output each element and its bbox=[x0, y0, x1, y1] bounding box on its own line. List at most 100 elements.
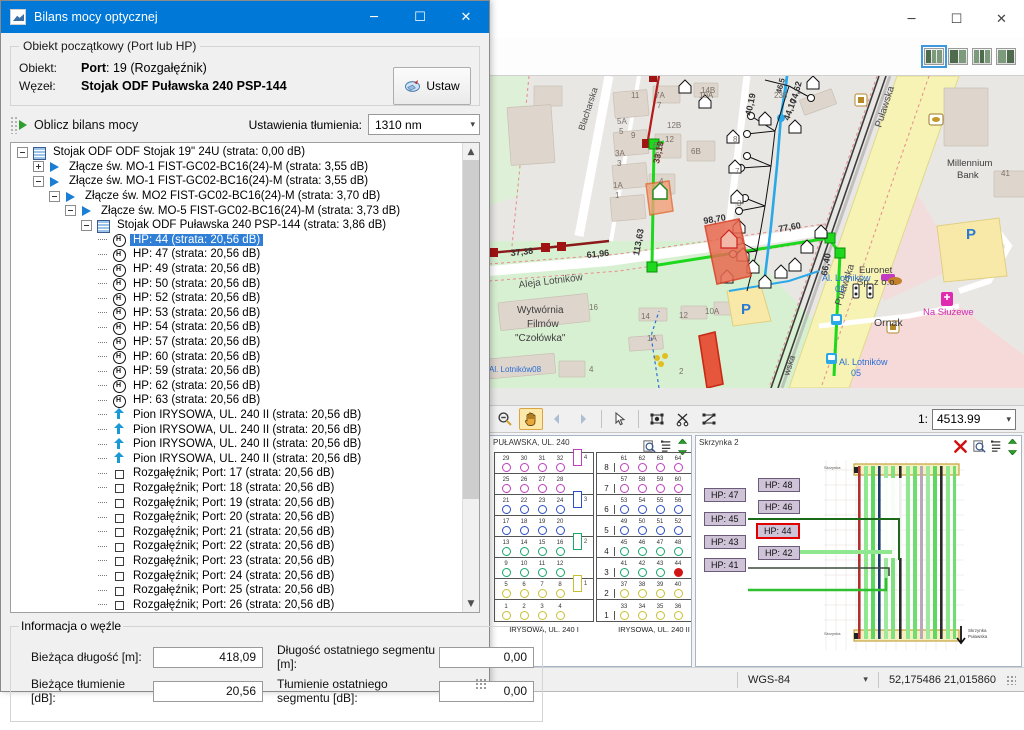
odf-port[interactable]: 2 bbox=[515, 604, 533, 620]
odf-port[interactable]: 44 bbox=[669, 561, 687, 577]
odf-port-circle[interactable] bbox=[655, 505, 665, 514]
odf-port-circle[interactable] bbox=[501, 526, 511, 535]
odf-row[interactable]: 7 57 58 59 60 bbox=[597, 474, 691, 495]
odf-cassette[interactable]: 4 bbox=[687, 443, 691, 472]
odf-port[interactable]: 20 bbox=[551, 519, 569, 535]
odf-port-circle[interactable] bbox=[519, 484, 529, 493]
tree-node[interactable]: HP: 49 (strata: 20,56 dB) bbox=[11, 262, 462, 277]
odf-port[interactable]: 33 bbox=[615, 604, 633, 620]
odf-port[interactable]: 4 bbox=[551, 604, 569, 620]
odf-port-circle[interactable] bbox=[637, 526, 647, 535]
dialog-resize-grip[interactable] bbox=[475, 678, 486, 689]
tree-node[interactable]: Rozgałęźnik; Port: 22 (strata: 20,56 dB) bbox=[11, 539, 462, 554]
scroll-track[interactable] bbox=[463, 160, 479, 595]
hp-tag[interactable]: HP: 43 bbox=[704, 535, 746, 549]
odf-port-circle[interactable] bbox=[637, 589, 647, 598]
odf-port[interactable]: 43 bbox=[651, 561, 669, 577]
tree-node[interactable]: HP: 60 (strata: 20,56 dB) bbox=[11, 349, 462, 365]
layout-split-button[interactable] bbox=[972, 48, 992, 65]
edit-nodes-icon[interactable] bbox=[697, 408, 721, 430]
odf-port-circle[interactable] bbox=[637, 484, 647, 493]
zoom-out-icon[interactable] bbox=[493, 408, 517, 430]
current-length-field[interactable]: 418,09 bbox=[153, 646, 263, 668]
odf-port-circle[interactable] bbox=[519, 526, 529, 535]
odf-port[interactable]: 29 bbox=[497, 456, 515, 472]
odf-port[interactable]: 51 bbox=[651, 519, 669, 535]
resize-grip[interactable] bbox=[1006, 668, 1024, 691]
cut-link-icon[interactable] bbox=[671, 408, 695, 430]
odf-port[interactable]: 46 bbox=[633, 540, 651, 556]
tree-node[interactable]: HP: 47 (strata: 20,56 dB) bbox=[11, 247, 462, 262]
odf-port[interactable]: 7 bbox=[533, 582, 551, 598]
odf-port[interactable]: 11 bbox=[533, 561, 551, 577]
odf-port[interactable]: 30 bbox=[515, 456, 533, 472]
odf-port[interactable]: 53 bbox=[615, 498, 633, 514]
odf-port-circle[interactable] bbox=[673, 484, 683, 493]
odf-port[interactable]: 63 bbox=[651, 456, 669, 472]
odf-port-circle[interactable] bbox=[537, 589, 547, 598]
hp-tag[interactable]: HP: 41 bbox=[704, 558, 746, 572]
odf-port[interactable]: 59 bbox=[651, 477, 669, 493]
odf-row[interactable]: 21 22 23 24 3 bbox=[495, 491, 593, 516]
tree-node[interactable]: Pion IRYSOWA, UL. 240 II (strata: 20,56 … bbox=[11, 451, 462, 466]
odf-port-circle[interactable] bbox=[519, 463, 529, 472]
gis-close-button[interactable]: ✕ bbox=[979, 4, 1024, 34]
back-arrow-icon[interactable] bbox=[545, 408, 569, 430]
odf-port-circle[interactable] bbox=[619, 463, 629, 472]
odf-port[interactable]: 41 bbox=[615, 561, 633, 577]
odf-port-circle[interactable] bbox=[655, 526, 665, 535]
tree-node[interactable]: Rozgałęźnik; Port: 24 (strata: 20,56 dB) bbox=[11, 568, 462, 583]
odf-port-circle[interactable] bbox=[555, 547, 565, 556]
odf-port-circle[interactable] bbox=[555, 611, 565, 620]
tree-node[interactable]: HP: 62 (strata: 20,56 dB) bbox=[11, 379, 462, 394]
odf-port-circle[interactable] bbox=[537, 568, 547, 577]
odf-port[interactable]: 27 bbox=[533, 477, 551, 493]
odf-port-circle[interactable] bbox=[673, 568, 683, 577]
tree-node[interactable]: Stojak ODF Puławska 240 PSP-144 (strata:… bbox=[11, 218, 462, 233]
odf-port[interactable]: 57 bbox=[615, 477, 633, 493]
odf-port[interactable]: 60 bbox=[669, 477, 687, 493]
odf-port[interactable]: 47 bbox=[651, 540, 669, 556]
odf-port-circle[interactable] bbox=[537, 505, 547, 514]
odf-port-circle[interactable] bbox=[501, 484, 511, 493]
odf-port-circle[interactable] bbox=[537, 526, 547, 535]
tree-node[interactable]: HP: 44 (strata: 20,56 dB) bbox=[11, 233, 462, 248]
odf-port[interactable]: 55 bbox=[651, 498, 669, 514]
odf-port[interactable]: 21 bbox=[497, 498, 515, 514]
odf-port-circle[interactable] bbox=[619, 589, 629, 598]
odf-port-circle[interactable] bbox=[655, 547, 665, 556]
odf-row[interactable]: 1 2 3 4 bbox=[495, 600, 593, 621]
odf-port-circle[interactable] bbox=[555, 526, 565, 535]
odf-port[interactable]: 24 bbox=[551, 498, 569, 514]
odf-port[interactable]: 8 bbox=[551, 582, 569, 598]
odf-port-circle[interactable] bbox=[519, 568, 529, 577]
dialog-maximize-button[interactable]: ☐ bbox=[397, 1, 443, 33]
drag-grip[interactable] bbox=[10, 115, 17, 134]
hp-tag[interactable]: HP: 47 bbox=[704, 488, 746, 502]
odf-port-circle[interactable] bbox=[519, 505, 529, 514]
calculate-button[interactable]: Oblicz bilans mocy bbox=[19, 118, 138, 132]
layout-right-button[interactable] bbox=[996, 48, 1016, 65]
odf-port-circle[interactable] bbox=[537, 484, 547, 493]
segment-attenuation-field[interactable]: 0,00 bbox=[439, 680, 534, 702]
odf-port-circle[interactable] bbox=[501, 547, 511, 556]
hp-tag[interactable]: HP: 45 bbox=[704, 512, 746, 526]
odf-port[interactable]: 64 bbox=[669, 456, 687, 472]
collapse-icon[interactable] bbox=[65, 205, 76, 217]
odf-port[interactable]: 54 bbox=[633, 498, 651, 514]
odf-port-circle[interactable] bbox=[519, 589, 529, 598]
segment-length-field[interactable]: 0,00 bbox=[439, 646, 534, 668]
odf-port[interactable]: 58 bbox=[633, 477, 651, 493]
tree-node[interactable]: Rozgałęźnik; Port: 20 (strata: 20,56 dB) bbox=[11, 510, 462, 525]
odf-cassette[interactable]: 2 bbox=[569, 527, 591, 556]
odf-port[interactable]: 42 bbox=[633, 561, 651, 577]
tree-node[interactable]: HP: 53 (strata: 20,56 dB) bbox=[11, 306, 462, 321]
odf-cassette[interactable]: 3 bbox=[569, 485, 591, 514]
odf-port[interactable]: 18 bbox=[515, 519, 533, 535]
tree-node[interactable]: Rozgałęźnik; Port: 17 (strata: 20,56 dB) bbox=[11, 466, 462, 481]
odf-row[interactable]: 29 30 31 32 4 bbox=[495, 449, 593, 474]
odf-port[interactable]: 15 bbox=[533, 540, 551, 556]
odf-port-circle[interactable] bbox=[637, 505, 647, 514]
tree-node[interactable]: Pion IRYSOWA, UL. 240 II (strata: 20,56 … bbox=[11, 422, 462, 437]
scale-select[interactable]: 4513.99 ▾ bbox=[932, 408, 1016, 430]
